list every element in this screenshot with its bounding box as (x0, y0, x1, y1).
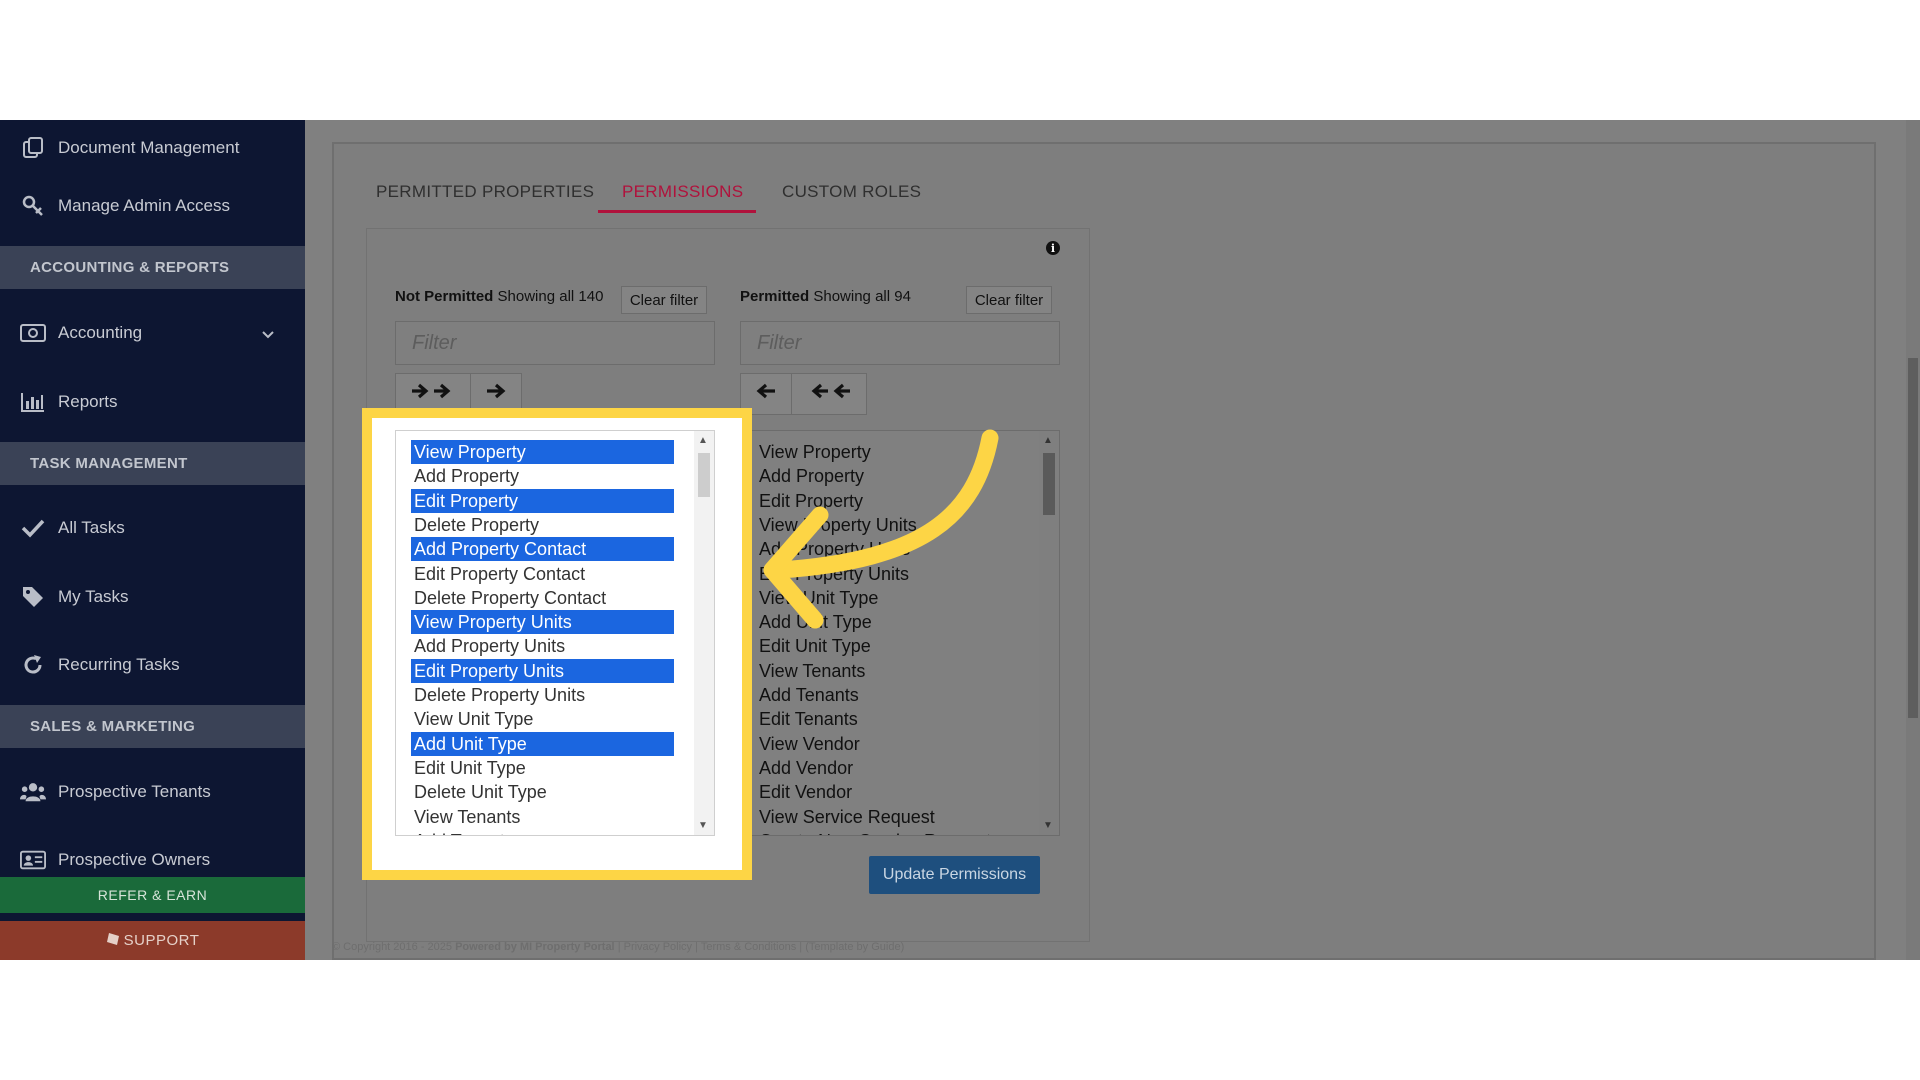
section-sales-marketing: SALES & MARKETING (0, 705, 305, 748)
scroll-down-icon[interactable]: ▼ (1043, 820, 1053, 831)
not-permitted-option[interactable]: Edit Property Contact (411, 562, 674, 586)
support-label: SUPPORT (123, 932, 200, 949)
app-window: Document Management Manage Admin Access … (0, 120, 1920, 960)
page-scroll-thumb[interactable] (1908, 358, 1918, 718)
not-permitted-option[interactable]: Edit Unit Type (411, 756, 674, 780)
not-permitted-option[interactable]: Add Property Units (411, 634, 674, 658)
permitted-option[interactable]: Add Vendor (756, 756, 1019, 780)
sidebar-item-label: Manage Admin Access (58, 196, 230, 215)
sidebar-item-label: Accounting (58, 323, 143, 342)
key-icon (20, 194, 46, 218)
permitted-filter-input[interactable]: Filter (740, 321, 1060, 365)
tag-icon (20, 585, 46, 609)
sidebar-item-label: All Tasks (58, 518, 125, 537)
money-icon (20, 323, 46, 343)
active-tab-indicator (598, 210, 756, 213)
sidebar-item-accounting[interactable]: Accounting (0, 303, 305, 363)
sidebar-item-all-tasks[interactable]: All Tasks (0, 498, 305, 558)
sidebar-item-label: Prospective Owners (58, 850, 211, 869)
footer: © Copyright 2016 - 2025 Powered by MI Pr… (332, 941, 904, 953)
sidebar-item-my-tasks[interactable]: My Tasks (0, 567, 305, 627)
permitted-count: Showing all 94 (813, 288, 911, 305)
tab-custom-roles[interactable]: CUSTOM ROLES (782, 182, 921, 202)
not-permitted-option[interactable]: Edit Property (411, 488, 674, 513)
arrow-left-icon (755, 382, 777, 406)
check-icon (20, 518, 46, 538)
not-permitted-option[interactable]: Add Property (411, 464, 674, 488)
not-permitted-option[interactable]: Edit Property Units (411, 658, 674, 683)
section-task-management: TASK MANAGEMENT (0, 442, 305, 485)
sidebar-item-document-management[interactable]: Document Management (0, 120, 305, 178)
not-permitted-option[interactable]: View Property Units (411, 610, 674, 635)
not-permitted-option[interactable]: Delete Property (411, 513, 674, 537)
not-permitted-option[interactable]: Add Property Contact (411, 537, 674, 562)
sidebar-item-label: Reports (58, 392, 118, 411)
users-icon (20, 781, 46, 803)
annotation-arrow-icon (763, 429, 999, 629)
not-permitted-option[interactable]: View Property (411, 440, 674, 464)
permitted-list-scroll-thumb[interactable] (1043, 453, 1055, 515)
not-permitted-option[interactable]: Add Unit Type (411, 731, 674, 756)
page-scrollbar[interactable] (1906, 120, 1920, 960)
chevron-down-icon[interactable] (261, 325, 275, 345)
tab-permissions[interactable]: PERMISSIONS (622, 182, 743, 202)
sidebar-item-manage-admin-access[interactable]: Manage Admin Access (0, 176, 305, 236)
not-permitted-list-scroll-thumb[interactable] (698, 453, 710, 497)
permitted-label: Permitted Showing all 94 (740, 288, 911, 305)
permitted-clear-filter-button[interactable]: Clear filter (966, 286, 1052, 314)
not-permitted-option[interactable]: Delete Property Contact (411, 586, 674, 610)
not-permitted-filter-input[interactable]: Filter (395, 321, 715, 365)
scroll-up-icon[interactable]: ▲ (698, 435, 708, 446)
bar-chart-icon (20, 391, 46, 413)
scroll-down-icon[interactable]: ▼ (698, 820, 708, 831)
id-card-icon (20, 849, 46, 871)
not-permitted-option[interactable]: Delete Property Units (411, 683, 674, 707)
not-permitted-label: Not Permitted Showing all 140 (395, 288, 603, 305)
double-arrow-left-icon (806, 382, 852, 406)
support-button[interactable]: SUPPORT (0, 921, 305, 960)
footer-template: (Template by Guide) (805, 941, 905, 953)
sidebar-item-label: Prospective Tenants (58, 782, 211, 801)
permitted-option[interactable]: View Service Request (756, 805, 1019, 829)
not-permitted-count: Showing all 140 (497, 288, 604, 305)
not-permitted-title: Not Permitted (395, 288, 494, 305)
not-permitted-option[interactable]: Delete Unit Type (411, 780, 674, 804)
sidebar-item-reports[interactable]: Reports (0, 372, 305, 432)
info-icon[interactable]: i (1046, 241, 1060, 255)
sidebar: Document Management Manage Admin Access … (0, 120, 305, 960)
sidebar-item-recurring-tasks[interactable]: Recurring Tasks (0, 635, 305, 695)
double-arrow-right-icon (410, 382, 456, 406)
permitted-list-scrollbar[interactable]: ▲ ▼ (1039, 431, 1059, 835)
not-permitted-list-scrollbar[interactable]: ▲ ▼ (694, 431, 714, 835)
not-permitted-list[interactable]: View Property Add Property Edit Property De… (395, 430, 715, 836)
refer-earn-button[interactable]: REFER & EARN (0, 877, 305, 913)
section-accounting-reports: ACCOUNTING & REPORTS (0, 246, 305, 289)
not-permitted-option[interactable]: View Unit Type (411, 707, 674, 731)
permitted-option[interactable]: Edit Vendor (756, 780, 1019, 804)
move-all-left-button[interactable] (791, 373, 867, 415)
footer-powered-link[interactable]: Powered by MI Property Portal (455, 941, 615, 953)
footer-copyright: © Copyright 2016 - 2025 (332, 941, 453, 953)
arrow-right-icon (485, 382, 507, 406)
tab-permitted-properties[interactable]: PERMITTED PROPERTIES (376, 182, 594, 202)
sidebar-item-label: Recurring Tasks (58, 655, 180, 674)
sidebar-item-prospective-tenants[interactable]: Prospective Tenants (0, 762, 305, 822)
sidebar-item-label: Document Management (58, 138, 240, 157)
permitted-option[interactable]: Create New Service Request (756, 829, 1019, 835)
not-permitted-option[interactable]: View Tenants (411, 805, 674, 829)
update-permissions-button[interactable]: Update Permissions (869, 856, 1040, 894)
refresh-icon (20, 653, 46, 677)
scroll-up-icon[interactable]: ▲ (1043, 435, 1053, 446)
permitted-title: Permitted (740, 288, 810, 305)
not-permitted-clear-filter-button[interactable]: Clear filter (621, 286, 707, 314)
not-permitted-option[interactable]: Add Tenants (411, 829, 674, 835)
footer-links[interactable]: | Privacy Policy | Terms & Conditions | (618, 941, 802, 953)
ticket-icon (106, 932, 120, 950)
sidebar-item-label: My Tasks (58, 587, 129, 606)
document-icon (20, 136, 46, 160)
